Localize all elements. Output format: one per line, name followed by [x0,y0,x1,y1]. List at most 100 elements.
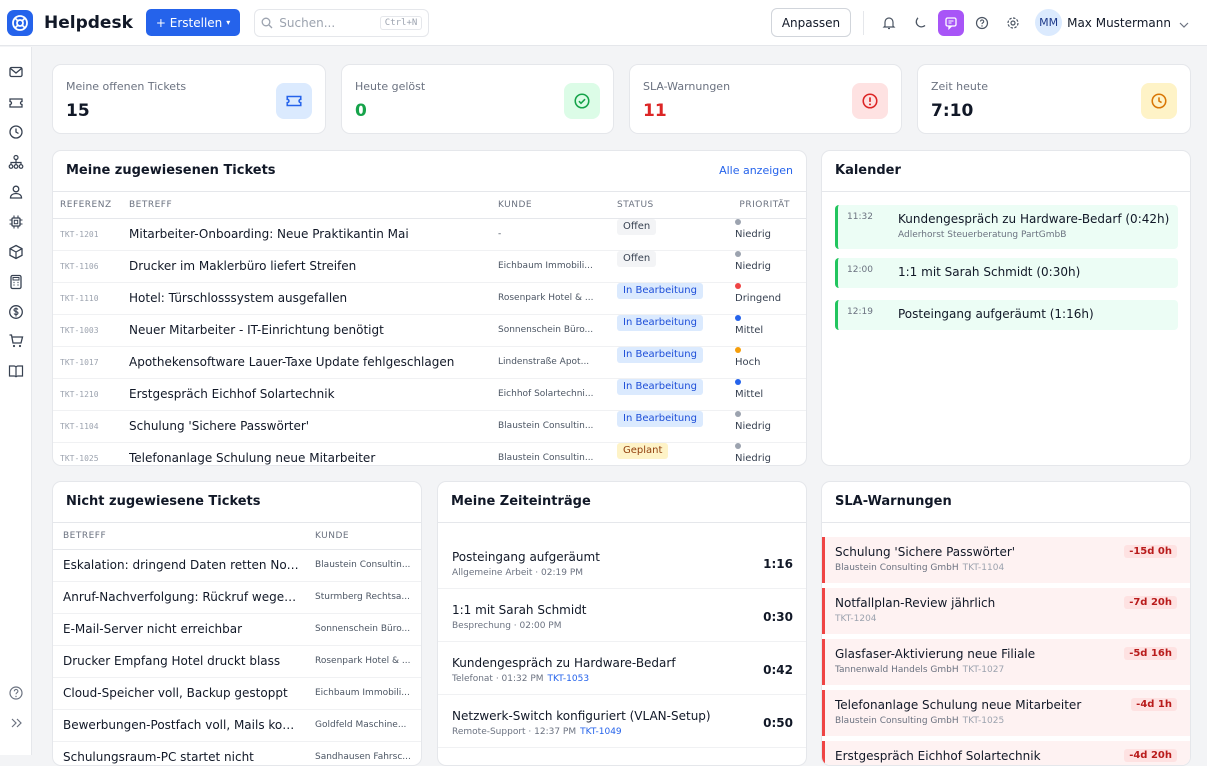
mail-icon[interactable] [7,63,25,81]
stat-card-open-tickets[interactable]: Meine offenen Tickets 15 [52,64,326,134]
stat-card-sla-warnings[interactable]: SLA-Warnungen 11 [629,64,902,134]
table-row[interactable]: E-Mail-Server nicht erreichbar Sonnensche… [53,614,421,646]
chip-icon[interactable] [7,213,25,231]
org-chart-icon[interactable] [7,153,25,171]
ticket-ref[interactable]: TKT-1003 [60,315,99,346]
card-title: Nicht zugewiesene Tickets [66,494,261,509]
table-row[interactable]: Anruf-Nachverfolgung: Rückruf wegen C...… [53,582,421,614]
col-customer[interactable]: KUNDE [315,523,349,549]
calendar-event[interactable]: 12:00 1:1 mit Sarah Schmidt (0:30h) [835,258,1178,288]
table-row[interactable]: TKT-1110 Hotel: Türschlosssystem ausgefal… [53,283,806,315]
table-row[interactable]: Cloud-Speicher voll, Backup gestoppt Eich… [53,678,421,710]
calendar-event[interactable]: 12:19 Posteingang aufgeräumt (1:16h) [835,300,1178,330]
ticket-subject[interactable]: Cloud-Speicher voll, Backup gestoppt [63,678,303,709]
col-subject[interactable]: BETREFF [129,192,172,218]
sla-warning-item[interactable]: Telefonanlage Schulung neue Mitarbeiter B… [822,690,1190,736]
ticket-subject[interactable]: Schulung 'Sichere Passwörter' [129,411,489,442]
user-name[interactable]: Max Mustermann [1067,16,1171,30]
ticket-ref[interactable]: TKT-1106 [60,251,99,282]
status-badge: Offen [617,251,657,267]
show-all-link[interactable]: Alle anzeigen [719,164,793,177]
table-row[interactable]: TKT-1210 Erstgespräch Eichhof Solartechni… [53,379,806,411]
clock-icon[interactable] [7,123,25,141]
ticket-icon[interactable] [7,94,25,112]
ticket-subject[interactable]: Anruf-Nachverfolgung: Rückruf wegen C... [63,582,303,613]
time-entry[interactable]: 1:1 mit Sarah Schmidt Besprechung · 02:00… [438,589,806,642]
ticket-ref[interactable]: TKT-1210 [60,379,99,410]
table-row[interactable]: TKT-1017 Apothekensoftware Lauer-Taxe Upd… [53,347,806,379]
ticket-subject[interactable]: Neuer Mitarbeiter - IT-Einrichtung benöt… [129,315,489,346]
dollar-icon[interactable] [7,303,25,321]
ticket-ref[interactable]: TKT-1110 [60,283,99,314]
clock-icon [1141,83,1177,119]
lifebuoy-icon[interactable] [7,9,33,36]
col-status[interactable]: STATUS [617,192,654,218]
help-icon[interactable] [969,10,995,36]
chat-icon[interactable] [938,9,965,36]
expand-sidebar-icon[interactable] [7,714,25,732]
calendar-card: Kalender 11:32 Kundengespräch zu Hardwar… [821,150,1191,466]
col-customer[interactable]: KUNDE [498,192,532,218]
table-row[interactable]: TKT-1201 Mitarbeiter-Onboarding: Neue Pra… [53,219,806,251]
priority-cell: Niedrig [735,251,771,282]
col-ref[interactable]: REFERENZ [60,192,112,218]
ticket-subject[interactable]: Drucker im Maklerbüro liefert Streifen [129,251,489,282]
ticket-subject[interactable]: Schulungsraum-PC startet nicht [63,742,303,765]
stat-card-solved-today[interactable]: Heute gelöst 0 [341,64,614,134]
ticket-customer: Eichbaum Immobili... [315,688,410,698]
ticket-subject[interactable]: Eskalation: dringend Daten retten Noteb.… [63,550,303,581]
table-row[interactable]: TKT-1003 Neuer Mitarbeiter - IT-Einrichtu… [53,315,806,347]
ticket-link[interactable]: TKT-1049 [580,727,622,737]
ticket-ref[interactable]: TKT-1104 [60,411,99,442]
table-row[interactable]: Eskalation: dringend Daten retten Noteb.… [53,550,421,582]
bell-icon[interactable] [876,10,902,36]
ticket-subject[interactable]: Bewerbungen-Postfach voll, Mails kom... [63,710,303,741]
table-row[interactable]: Drucker Empfang Hotel druckt blass Rosenp… [53,646,421,678]
col-priority[interactable]: PRIORITÄT [739,192,790,218]
chevron-down-icon[interactable] [1179,13,1189,32]
ticket-ref[interactable]: TKT-1201 [60,219,99,250]
help-icon[interactable] [7,684,25,702]
sla-warning-item[interactable]: Notfallplan-Review jährlich TKT-1204 -7d 2… [822,588,1190,634]
sla-company: Tannenwald Handels GmbH [835,665,959,675]
ticket-subject[interactable]: Hotel: Türschlosssystem ausgefallen [129,283,489,314]
sla-warning-item[interactable]: Erstgespräch Eichhof Solartechnik -4d 20h [822,741,1190,765]
priority-cell: Mittel [735,379,763,410]
ticket-subject[interactable]: Telefonanlage Schulung neue Mitarbeiter [129,443,489,465]
search-input[interactable]: Suchen... Ctrl+N [254,8,430,37]
sla-warning-item[interactable]: Glasfaser-Aktivierung neue Filiale Tannen… [822,639,1190,685]
user-icon[interactable] [7,183,25,201]
calculator-icon[interactable] [7,273,25,291]
ticket-subject[interactable]: E-Mail-Server nicht erreichbar [63,614,303,645]
stat-card-time-today[interactable]: Zeit heute 7:10 [917,64,1191,134]
calendar-event[interactable]: 11:32 Kundengespräch zu Hardware-Bedarf … [835,205,1178,249]
table-row[interactable]: TKT-1104 Schulung 'Sichere Passwörter' Bla… [53,411,806,443]
table-row[interactable]: Bewerbungen-Postfach voll, Mails kom... G… [53,710,421,742]
ticket-subject[interactable]: Apothekensoftware Lauer-Taxe Update fehl… [129,347,489,378]
ticket-ref[interactable]: TKT-1025 [60,443,99,465]
ticket-customer: Sandhausen Fahrsc... [315,752,411,762]
table-row[interactable]: TKT-1025 Telefonanlage Schulung neue Mita… [53,443,806,465]
package-icon[interactable] [7,243,25,261]
create-button[interactable]: + Erstellen ▾ [145,9,241,36]
cart-icon[interactable] [7,332,25,350]
moon-icon[interactable] [907,10,933,36]
book-icon[interactable] [7,362,25,380]
ticket-link[interactable]: TKT-1053 [548,674,590,684]
ticket-subject[interactable]: Drucker Empfang Hotel druckt blass [63,646,303,677]
ticket-ref[interactable]: TKT-1017 [60,347,99,378]
time-entry[interactable]: Netzwerk-Switch konfiguriert (VLAN-Setup… [438,695,806,748]
ticket-subject[interactable]: Mitarbeiter-Onboarding: Neue Praktikanti… [129,219,489,250]
gear-icon[interactable] [1000,10,1026,36]
table-row[interactable]: Schulungsraum-PC startet nicht Sandhausen… [53,742,421,765]
customize-button[interactable]: Anpassen [770,8,852,37]
sla-warning-item[interactable]: Schulung 'Sichere Passwörter' Blaustein C… [822,537,1190,583]
time-entry[interactable]: Posteingang aufgeräumt Allgemeine Arbeit … [438,536,806,589]
ticket-customer: Rosenpark Hotel & ... [498,293,594,303]
avatar[interactable]: MM [1035,9,1063,36]
time-entry[interactable]: Kundengespräch zu Hardware-Bedarf Telefon… [438,642,806,695]
ticket-subject[interactable]: Erstgespräch Eichhof Solartechnik [129,379,489,410]
table-row[interactable]: TKT-1106 Drucker im Maklerbüro liefert St… [53,251,806,283]
col-subject[interactable]: BETREFF [63,523,106,549]
table-header: BETREFF KUNDE [53,522,421,550]
